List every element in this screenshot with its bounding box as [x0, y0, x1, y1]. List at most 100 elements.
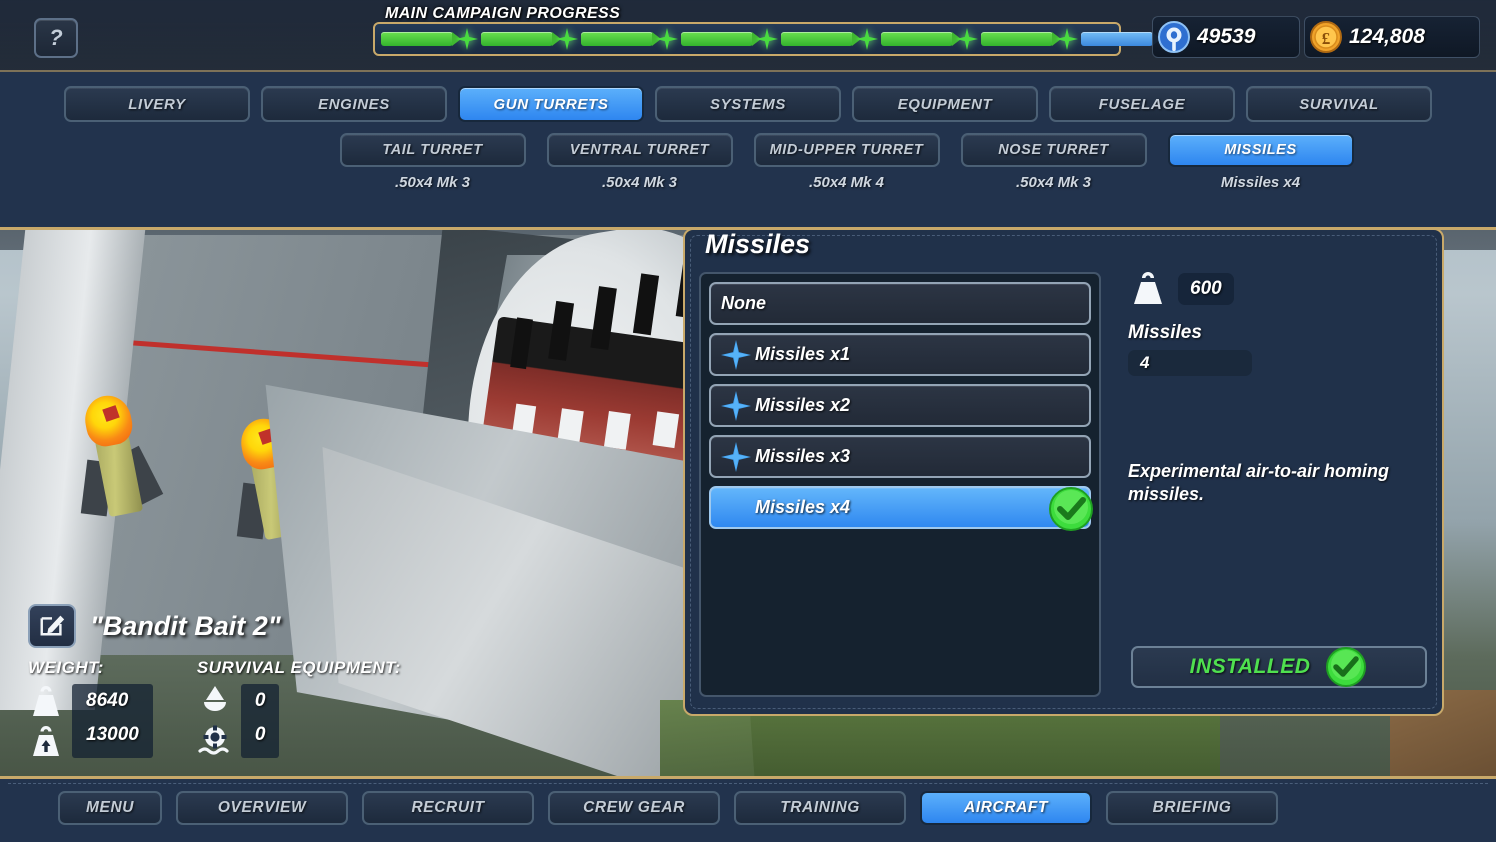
install-button[interactable]: INSTALLED — [1131, 646, 1427, 688]
bottom-nav-bar: MENU OVERVIEW RECRUIT CREW GEAR TRAINING AIRC… — [0, 776, 1496, 842]
weight-icon — [1128, 270, 1168, 308]
research-icon — [1157, 20, 1191, 54]
tab-systems[interactable]: SYSTEMS — [655, 86, 841, 122]
subtab-cell: MID-UPPER TURRET .50x4 Mk 4 — [749, 133, 945, 191]
progress-segment — [781, 32, 861, 46]
research-star-icon — [721, 441, 751, 472]
tab-equipment[interactable]: EQUIPMENT — [852, 86, 1038, 122]
current-weight-value: 8640 — [86, 690, 129, 711]
weight-row: 600 — [1128, 270, 1434, 308]
missile-details-column: 600 Missiles 4 Experimental air-to-air h… — [1128, 270, 1434, 507]
bottom-nav-row: MENU OVERVIEW RECRUIT CREW GEAR TRAINING AIRC… — [0, 779, 1496, 825]
max-weight-value: 13000 — [86, 724, 139, 745]
max-weight-icon — [28, 724, 64, 758]
money-value: 124,808 — [1349, 25, 1425, 48]
subtab-equipped-label: .50x4 Mk 3 — [1015, 174, 1092, 191]
life-ring-icon — [197, 724, 233, 758]
subtab-nose-turret[interactable]: NOSE TURRET — [960, 133, 1147, 167]
nav-briefing[interactable]: BRIEFING — [1106, 791, 1279, 825]
weight-icon — [28, 684, 64, 718]
subtab-missiles[interactable]: MISSILES — [1167, 133, 1354, 167]
panel-title: Missiles — [705, 229, 811, 259]
nav-recruit[interactable]: RECRUIT — [362, 791, 535, 825]
nav-menu[interactable]: MENU — [58, 791, 163, 825]
progress-star-icon — [756, 28, 778, 50]
edit-name-button[interactable] — [28, 604, 76, 648]
parachute-count: 0 — [254, 690, 266, 711]
nav-crew-gear[interactable]: CREW GEAR — [548, 791, 721, 825]
campaign-progress-bar — [373, 22, 1178, 56]
missile-option-item[interactable]: Missiles x4 — [709, 486, 1093, 531]
missile-option-item[interactable]: None — [709, 282, 1091, 325]
missile-option-item[interactable]: Missiles x3 — [709, 435, 1091, 478]
life-ring-count: 0 — [254, 724, 266, 745]
aircraft-info-block: "Bandit Bait 2" WEIGHT: 8640 13000 SURVI… — [0, 598, 500, 776]
subtab-cell: TAIL TURRET .50x4 Mk 3 — [335, 133, 531, 191]
progress-segment — [881, 32, 961, 46]
missile-option-item[interactable]: Missiles x1 — [709, 333, 1091, 376]
research-points-value: 49539 — [1197, 25, 1256, 48]
top-header-bar: ? MAIN CAMPAIGN PROGRESS 49539 £ 124,808 — [0, 0, 1496, 72]
missile-option-item[interactable]: Missiles x2 — [709, 384, 1091, 427]
tab-fuselage[interactable]: FUSELAGE — [1049, 86, 1235, 122]
progress-star-icon — [656, 28, 678, 50]
tab-survival[interactable]: SURVIVAL — [1246, 86, 1432, 122]
progress-segment — [981, 32, 1061, 46]
check-circle-icon — [1045, 483, 1097, 535]
primary-tab-row: LIVERY ENGINES GUN TURRETS SYSTEMS EQUIPMENT… — [0, 72, 1496, 122]
tab-livery[interactable]: LIVERY — [64, 86, 250, 122]
missile-option-list[interactable]: None Missiles x1 Missiles x2 Missiles x3… — [699, 272, 1101, 697]
survival-values: 0 0 — [240, 684, 280, 758]
nav-overview[interactable]: OVERVIEW — [176, 791, 349, 825]
game-screen: ? MAIN CAMPAIGN PROGRESS 49539 £ 124,808… — [0, 0, 1496, 842]
parachute-icon — [197, 684, 233, 718]
weight-values: 8640 13000 — [72, 684, 153, 758]
tab-gun-turrets[interactable]: GUN TURRETS — [458, 86, 644, 122]
aircraft-name: "Bandit Bait 2" — [90, 610, 281, 641]
subtab-cell: NOSE TURRET .50x4 Mk 3 — [956, 133, 1152, 191]
progress-segment — [681, 32, 761, 46]
research-star-icon — [721, 390, 751, 421]
tab-engines[interactable]: ENGINES — [261, 86, 447, 122]
missile-option-label: Missiles x1 — [755, 344, 851, 364]
help-button[interactable]: ? — [34, 18, 78, 58]
money-display: £ 124,808 — [1304, 16, 1480, 58]
secondary-tab-row: TAIL TURRET .50x4 Mk 3 VENTRAL TURRET .5… — [0, 133, 1496, 191]
progress-segment — [1081, 32, 1161, 46]
missile-option-label: Missiles x2 — [755, 395, 851, 415]
progress-segment — [481, 32, 561, 46]
progress-star-icon — [556, 28, 578, 50]
progress-star-icon — [456, 28, 478, 50]
weight-stats: WEIGHT: 8640 13000 — [28, 658, 153, 758]
bottom-nav-dashed-line — [8, 783, 1488, 784]
subtab-cell: VENTRAL TURRET .50x4 Mk 3 — [542, 133, 738, 191]
subtab-equipped-label: .50x4 Mk 4 — [808, 174, 885, 191]
progress-star-icon — [856, 28, 878, 50]
weight-header: WEIGHT: — [28, 658, 104, 677]
aircraft-tab-area: LIVERY ENGINES GUN TURRETS SYSTEMS EQUIPMENT… — [0, 72, 1496, 230]
missile-option-label: Missiles x4 — [755, 497, 851, 517]
nav-training[interactable]: TRAINING — [734, 791, 907, 825]
money-pound-icon: £ — [1309, 20, 1343, 54]
subtab-tail-turret[interactable]: TAIL TURRET — [339, 133, 526, 167]
subtab-equipped-label: .50x4 Mk 3 — [601, 174, 678, 191]
subtab-ventral-turret[interactable]: VENTRAL TURRET — [546, 133, 733, 167]
subtab-cell: MISSILES Missiles x4 — [1163, 133, 1359, 191]
nav-aircraft[interactable]: AIRCRAFT — [920, 791, 1093, 825]
svg-text:£: £ — [1322, 29, 1331, 48]
campaign-progress-label: MAIN CAMPAIGN PROGRESS — [385, 5, 621, 22]
missile-weight-value: 600 — [1178, 273, 1234, 305]
missile-description: Experimental air-to-air homing missiles. — [1128, 461, 1390, 505]
missile-stat-label: Missiles — [1128, 322, 1202, 343]
survival-header: SURVIVAL EQUIPMENT: — [196, 658, 401, 677]
subtab-mid-upper-turret[interactable]: MID-UPPER TURRET — [753, 133, 940, 167]
research-star-icon — [721, 339, 751, 370]
check-circle-icon — [1324, 645, 1368, 689]
research-points-display: 49539 — [1152, 16, 1300, 58]
subtab-equipped-label: Missiles x4 — [1220, 174, 1301, 191]
progress-star-icon — [956, 28, 978, 50]
progress-segment — [381, 32, 461, 46]
survival-stats: SURVIVAL EQUIPMENT: 0 0 — [197, 658, 401, 758]
edit-pencil-icon — [38, 610, 66, 643]
missile-option-label: Missiles x3 — [755, 446, 851, 466]
